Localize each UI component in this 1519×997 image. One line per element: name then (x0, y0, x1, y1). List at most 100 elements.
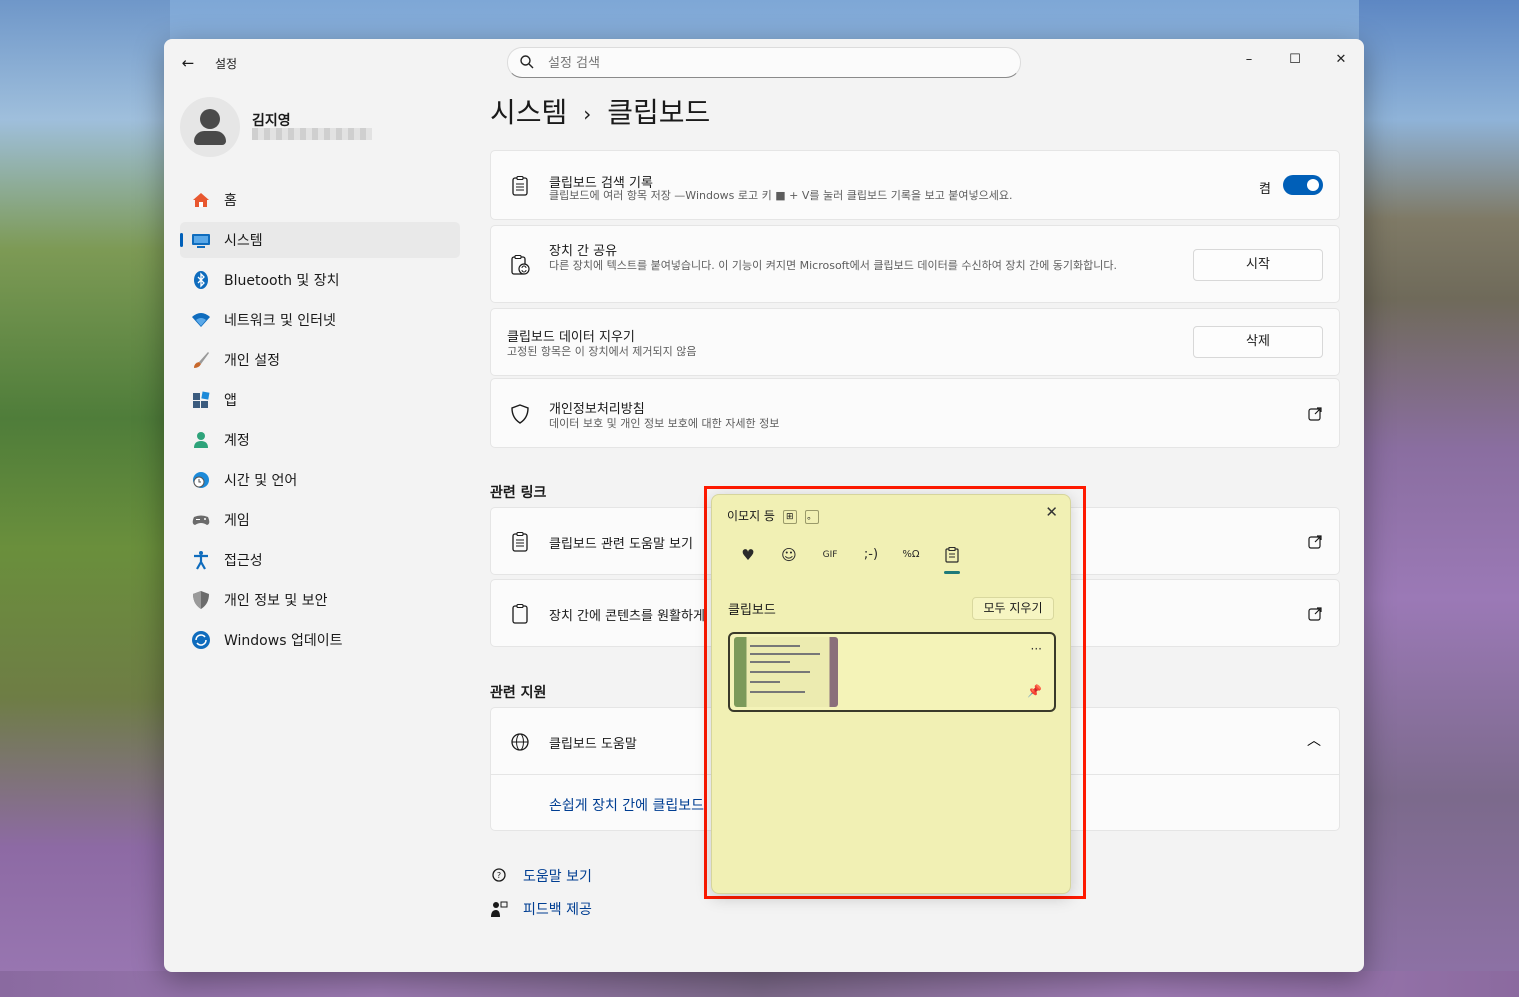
clear-all-button[interactable]: 모두 지우기 (972, 597, 1054, 620)
related-support-heading: 관련 지원 (490, 685, 547, 701)
sidebar-item-system[interactable]: 시스템 (180, 222, 460, 258)
close-button[interactable]: ✕ (1318, 45, 1364, 75)
sidebar-item-label: Windows 업데이트 (224, 633, 343, 649)
panel-title-text: 이모지 등 (727, 509, 775, 523)
sidebar-item-accessibility[interactable]: 접근성 (180, 542, 460, 578)
accessibility-icon (190, 549, 212, 571)
toggle-state-label: 켬 (1259, 182, 1271, 197)
share-across-devices-card: 장치 간 공유 다른 장치에 텍스트를 붙여넣습니다. 이 기능이 켜지면 Mi… (490, 225, 1340, 303)
clipboard-blank-icon (512, 603, 528, 624)
clipboard-help-title: 클립보드 도움말 (549, 737, 637, 752)
breadcrumb-parent[interactable]: 시스템 (490, 96, 567, 129)
sidebar-item-label: 시간 및 언어 (224, 473, 298, 489)
external-link-icon (1308, 607, 1322, 621)
system-icon (190, 229, 212, 251)
maximize-button[interactable]: ☐ (1272, 45, 1318, 75)
sidebar-item-label: Bluetooth 및 장치 (224, 273, 340, 289)
svg-text:?: ? (497, 871, 501, 880)
globe-icon (511, 733, 529, 751)
related-link-label: 장치 간에 콘텐츠를 원활하게 (549, 609, 705, 624)
home-icon (190, 189, 212, 211)
wifi-icon (190, 309, 212, 331)
more-options-icon[interactable]: ··· (1031, 642, 1042, 656)
chevron-up-icon[interactable]: ︿ (1307, 730, 1321, 750)
sidebar-item-personalization[interactable]: 개인 설정 (180, 342, 460, 378)
clipboard-item[interactable]: ··· 📌 (728, 632, 1056, 712)
related-link-label: 클립보드 관련 도움말 보기 (549, 537, 693, 552)
breadcrumb-separator: › (583, 102, 592, 126)
clear-title: 클립보드 데이터 지우기 (507, 330, 635, 345)
sidebar-item-accounts[interactable]: 계정 (180, 422, 460, 458)
page-title: 시스템 › 클립보드 (490, 91, 710, 131)
help-icon: ? (492, 868, 506, 882)
wallpaper-bottom (0, 971, 1519, 997)
external-link-icon (1308, 535, 1322, 549)
privacy-title: 개인정보처리방침 (549, 402, 645, 417)
pin-icon[interactable]: 📌 (1027, 684, 1042, 698)
shield-icon (190, 589, 212, 611)
clear-clipboard-card: 클립보드 데이터 지우기 고정된 항목은 이 장치에서 제거되지 않음 삭제 (490, 308, 1340, 376)
sidebar-item-label: 시스템 (224, 233, 263, 249)
sidebar-item-label: 개인 설정 (224, 353, 280, 369)
tab-gif-icon[interactable]: GIF (816, 543, 844, 567)
tab-symbols-icon[interactable]: %Ω (897, 543, 925, 567)
share-title: 장치 간 공유 (549, 244, 618, 259)
clear-delete-button[interactable]: 삭제 (1193, 326, 1323, 358)
give-feedback-link[interactable]: 피드백 제공 (523, 899, 592, 919)
panel-close-button[interactable]: ✕ (1045, 503, 1058, 521)
emoji-clipboard-panel: 이모지 등 ⊞ 。 ✕ ♥ ☺ GIF ;-) %Ω 클립보드 모두 지우기 ·… (711, 494, 1071, 894)
sidebar-item-label: 계정 (224, 433, 250, 449)
search-box[interactable] (507, 47, 1021, 78)
sidebar-item-time-language[interactable]: 시간 및 언어 (180, 462, 460, 498)
avatar[interactable] (180, 97, 240, 157)
sidebar-item-label: 앱 (224, 393, 237, 409)
search-icon (520, 55, 534, 69)
feedback-icon (491, 901, 508, 917)
sidebar-item-privacy-security[interactable]: 개인 정보 및 보안 (180, 582, 460, 618)
wallpaper-right (1359, 0, 1519, 997)
clipboard-history-toggle[interactable] (1283, 175, 1323, 195)
account-icon (190, 429, 212, 451)
clear-desc: 고정된 항목은 이 장치에서 제거되지 않음 (507, 345, 697, 358)
sidebar-item-network[interactable]: 네트워크 및 인터넷 (180, 302, 460, 338)
clipboard-sync-icon (511, 254, 530, 275)
privacy-desc: 데이터 보호 및 개인 정보 보호에 대한 자세한 정보 (549, 417, 780, 430)
tab-heart-icon[interactable]: ♥ (734, 543, 762, 567)
tab-kaomoji-icon[interactable]: ;-) (857, 543, 885, 567)
panel-title: 이모지 등 ⊞ 。 (727, 507, 819, 524)
clipboard-icon (512, 175, 528, 196)
share-desc: 다른 장치에 텍스트를 붙여넣습니다. 이 기능이 켜지면 Microsoft에… (549, 259, 1118, 272)
brush-icon (190, 349, 212, 371)
sidebar-item-label: 네트워크 및 인터넷 (224, 313, 336, 329)
clipboard-heading: 클립보드 (728, 603, 776, 618)
title-bar: ← 설정 – ☐ ✕ (164, 39, 1364, 85)
app-title: 설정 (215, 57, 238, 71)
breadcrumb-current: 클립보드 (607, 96, 711, 129)
apps-icon (190, 389, 212, 411)
sidebar-nav: 홈 시스템 Bluetooth 및 장치 네트워크 및 인터넷 개인 설정 앱 … (180, 182, 460, 662)
external-link-icon (1308, 407, 1322, 421)
sidebar-item-gaming[interactable]: 게임 (180, 502, 460, 538)
clipboard-icon (512, 531, 528, 552)
minimize-button[interactable]: – (1226, 45, 1272, 75)
tab-clipboard-icon[interactable] (938, 543, 966, 574)
share-start-button[interactable]: 시작 (1193, 249, 1323, 281)
back-arrow-icon[interactable]: ← (178, 53, 198, 73)
profile-name: 김지영 (252, 113, 291, 129)
globe-clock-icon (190, 469, 212, 491)
bluetooth-icon (190, 269, 212, 291)
clipboard-help-link[interactable]: 손쉽게 장치 간에 클립보드 (549, 795, 704, 815)
tab-emoji-icon[interactable]: ☺ (775, 543, 803, 567)
sidebar-item-label: 접근성 (224, 553, 263, 569)
clipboard-history-desc: 클립보드에 여러 항목 저장 —Windows 로고 키 ■ + V를 눌러 클… (549, 189, 1013, 202)
clipboard-history-card: 클립보드 검색 기록 클립보드에 여러 항목 저장 —Windows 로고 키 … (490, 150, 1340, 220)
get-help-link[interactable]: 도움말 보기 (523, 866, 592, 886)
sidebar-item-windows-update[interactable]: Windows 업데이트 (180, 622, 460, 658)
privacy-policy-card[interactable]: 개인정보처리방침 데이터 보호 및 개인 정보 보호에 대한 자세한 정보 (490, 378, 1340, 448)
search-input[interactable] (548, 53, 988, 73)
sidebar-item-bluetooth[interactable]: Bluetooth 및 장치 (180, 262, 460, 298)
sidebar-item-home[interactable]: 홈 (180, 182, 460, 218)
clipboard-icon (945, 547, 959, 563)
related-links-heading: 관련 링크 (490, 485, 547, 501)
sidebar-item-apps[interactable]: 앱 (180, 382, 460, 418)
